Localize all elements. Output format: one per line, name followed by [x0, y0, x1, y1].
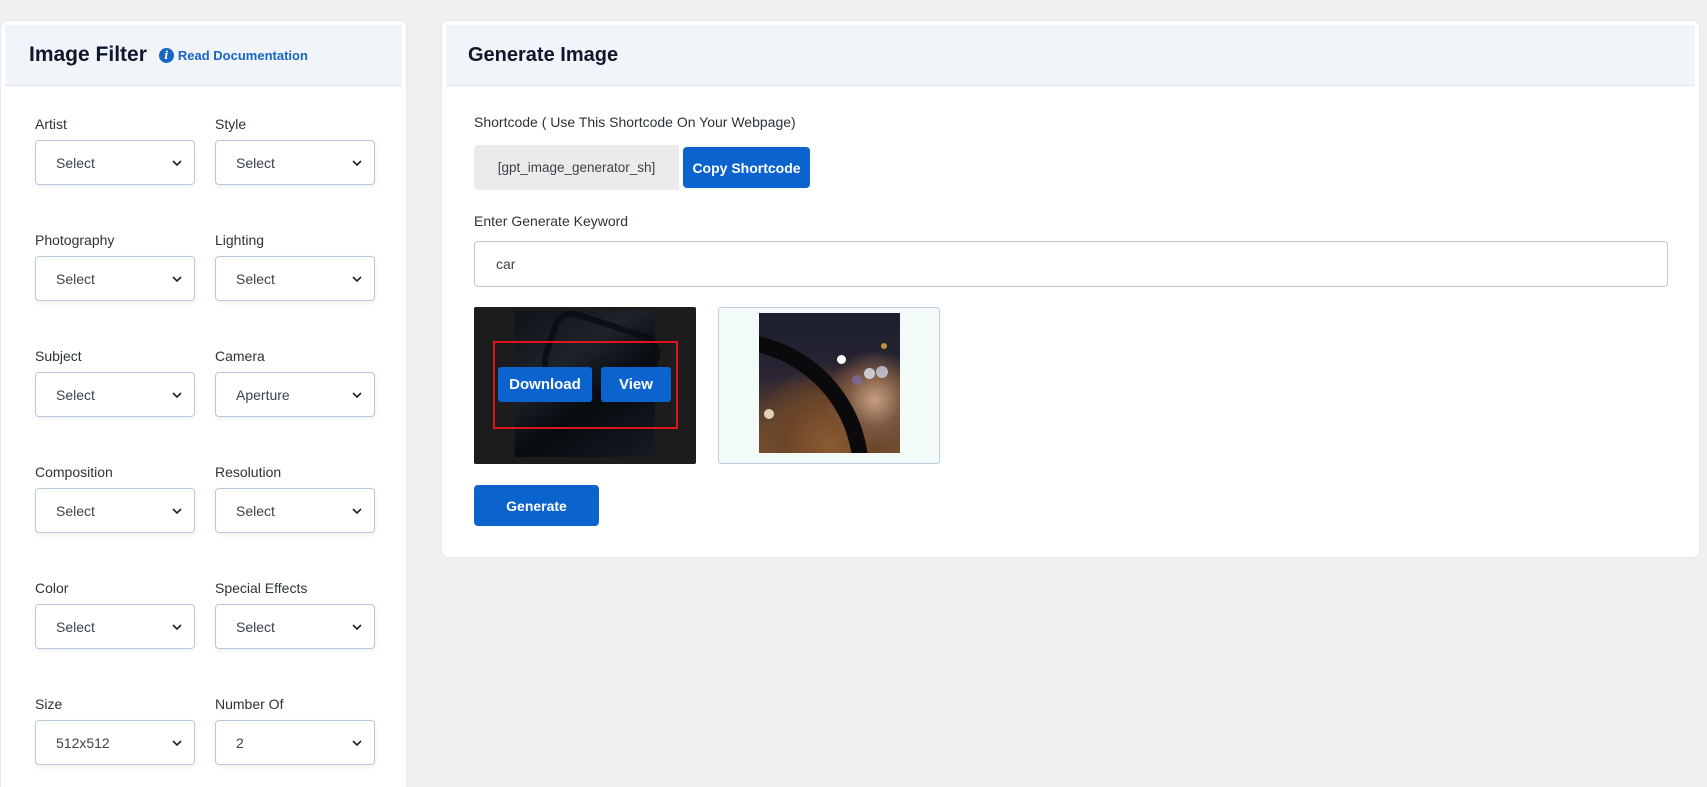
keyword-input[interactable] — [474, 241, 1668, 287]
composition-select[interactable]: Select — [35, 488, 195, 533]
size-select[interactable]: 512x512 — [35, 720, 195, 765]
special-effects-select[interactable]: Select — [215, 604, 375, 649]
field-resolution: Resolution Select — [215, 462, 375, 578]
chevron-down-icon — [352, 275, 362, 282]
car-window-frame — [759, 333, 869, 453]
color-select[interactable]: Select — [35, 604, 195, 649]
view-button[interactable]: View — [601, 367, 671, 402]
chevron-down-icon — [172, 391, 182, 398]
generate-button[interactable]: Generate — [474, 485, 599, 526]
field-label: Photography — [35, 232, 115, 248]
field-size: Size 512x512 — [35, 694, 195, 787]
field-composition: Composition Select — [35, 462, 195, 578]
select-value: Select — [56, 502, 95, 519]
select-value: Select — [236, 154, 275, 171]
generate-title: Generate Image — [468, 43, 619, 66]
number-of-select[interactable]: 2 — [215, 720, 375, 765]
field-style: Style Select — [215, 114, 375, 230]
bokeh-light — [864, 368, 875, 379]
select-value: Select — [236, 502, 275, 519]
style-select[interactable]: Select — [215, 140, 375, 185]
generate-image-panel: Generate Image Shortcode ( Use This Shor… — [441, 20, 1700, 558]
subject-select[interactable]: Select — [35, 372, 195, 417]
field-label: Resolution — [215, 464, 282, 480]
image-filter-panel: Image Filter i Read Documentation Artist… — [0, 20, 407, 787]
field-label: Color — [35, 580, 69, 596]
shortcode-label: Shortcode ( Use This Shortcode On Your W… — [474, 114, 796, 130]
chevron-down-icon — [352, 739, 362, 746]
field-photography: Photography Select — [35, 230, 195, 346]
lighting-select[interactable]: Select — [215, 256, 375, 301]
field-artist: Artist Select — [35, 114, 195, 230]
chevron-down-icon — [352, 507, 362, 514]
select-value: 2 — [236, 734, 244, 751]
select-value: Select — [56, 386, 95, 403]
generated-image-thumbnail — [759, 313, 900, 453]
field-label: Lighting — [215, 232, 265, 248]
generated-image-card: Download View — [474, 307, 696, 464]
keyword-label: Enter Generate Keyword — [474, 213, 629, 229]
resolution-select[interactable]: Select — [215, 488, 375, 533]
chevron-down-icon — [172, 739, 182, 746]
generated-image-card[interactable] — [718, 307, 940, 464]
select-value: 512x512 — [56, 734, 110, 751]
select-value: Select — [56, 270, 95, 287]
bokeh-light — [764, 409, 774, 419]
filter-grid: Artist Select Style Select Photography S… — [35, 114, 375, 787]
field-label: Number Of — [215, 696, 284, 712]
field-special-effects: Special Effects Select — [215, 578, 375, 694]
filter-header: Image Filter i Read Documentation — [5, 25, 402, 86]
camera-select[interactable]: Aperture — [215, 372, 375, 417]
select-value: Aperture — [236, 386, 290, 403]
read-documentation-link[interactable]: i Read Documentation — [158, 47, 308, 63]
field-label: Size — [35, 696, 63, 712]
chevron-down-icon — [352, 623, 362, 630]
generate-header: Generate Image — [446, 25, 1695, 86]
download-button[interactable]: Download — [498, 367, 592, 402]
field-label: Composition — [35, 464, 113, 480]
chevron-down-icon — [172, 623, 182, 630]
bokeh-light — [852, 375, 862, 385]
chevron-down-icon — [352, 159, 362, 166]
field-label: Style — [215, 116, 247, 132]
field-label: Special Effects — [215, 580, 308, 596]
bokeh-light — [876, 366, 888, 378]
select-value: Select — [56, 618, 95, 635]
filter-title: Image Filter — [29, 43, 147, 66]
field-label: Artist — [35, 116, 67, 132]
select-value: Select — [236, 270, 275, 287]
artist-select[interactable]: Select — [35, 140, 195, 185]
select-value: Select — [56, 154, 95, 171]
field-label: Subject — [35, 348, 82, 364]
field-subject: Subject Select — [35, 346, 195, 462]
field-number-of: Number Of 2 — [215, 694, 375, 787]
chevron-down-icon — [172, 507, 182, 514]
shortcode-value: [gpt_image_generator_sh] — [474, 145, 679, 190]
chevron-down-icon — [352, 391, 362, 398]
field-label: Camera — [215, 348, 265, 364]
chevron-down-icon — [172, 275, 182, 282]
photography-select[interactable]: Select — [35, 256, 195, 301]
bokeh-light — [837, 355, 846, 364]
doc-link-label: Read Documentation — [177, 47, 308, 63]
select-value: Select — [236, 618, 275, 635]
field-lighting: Lighting Select — [215, 230, 375, 346]
field-camera: Camera Aperture — [215, 346, 375, 462]
chevron-down-icon — [172, 159, 182, 166]
copy-shortcode-button[interactable]: Copy Shortcode — [683, 147, 810, 188]
bokeh-light — [881, 343, 887, 349]
info-icon: i — [158, 47, 174, 63]
field-color: Color Select — [35, 578, 195, 694]
